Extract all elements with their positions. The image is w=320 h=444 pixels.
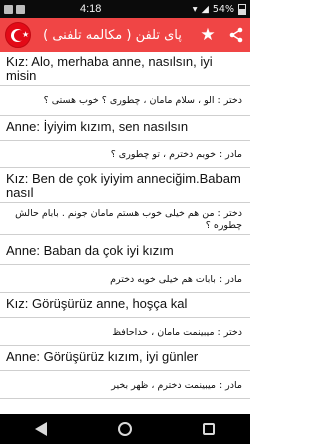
battery-icon [238, 3, 246, 15]
dialogue-line-fa: دختر : من هم خیلی خوب هستم مامان جونم . … [15, 208, 242, 231]
status-bar: 4:18 ▾ ◢ 54% [0, 0, 250, 18]
dialogue-line-tr: Anne: Baban da çok iyi kızım [6, 243, 174, 258]
dialogue-list[interactable]: Kız: Alo, merhaba anne, nasılsın, iyi mi… [0, 52, 250, 414]
notification-icons [4, 4, 74, 14]
recent-apps-icon[interactable] [202, 423, 215, 435]
dialogue-line-tr: Anne: Görüşürüz kızım, iyi günler [6, 349, 199, 364]
dialogue-line-fa: مادر : بابات هم خیلی خوبه دخترم [110, 274, 242, 285]
page-title: پای تلفن ( مکالمه تلفنی ) [43, 27, 182, 43]
dialogue-line-tr: Kız: Alo, merhaba anne, nasılsın, iyi mi… [6, 54, 213, 83]
app-bar: ★ پای تلفن ( مکالمه تلفنی ) ★ [0, 18, 250, 52]
status-time: 4:18 [80, 3, 102, 15]
dialogue-line-tr: Anne: İyiyim kızım, sen nasılsın [6, 119, 189, 134]
turkish-flag-icon: ★ [5, 22, 31, 48]
home-icon[interactable] [117, 422, 132, 436]
favorite-star-icon[interactable]: ★ [194, 18, 222, 52]
notification-icon [4, 4, 13, 14]
dialogue-line-fa: مادر : خوبم دخترم ، تو چطوری ؟ [110, 149, 242, 160]
battery-percent: 54% [212, 3, 234, 15]
wifi-icon: ▾ [192, 3, 198, 15]
share-icon[interactable] [222, 18, 250, 52]
navigation-bar [0, 414, 250, 444]
dialogue-line-fa: دختر : میبینمت مامان ، خداحافظ [112, 327, 242, 338]
notification-icon [16, 4, 25, 14]
back-icon[interactable] [35, 422, 48, 436]
dialogue-line-tr: Kız: Ben de çok iyiyim anneciğim.Babam n… [6, 171, 241, 200]
signal-icon: ◢ [201, 3, 209, 15]
dialogue-line-fa: دختر : الو ، سلام مامان ، چطوری ؟ خوب هس… [43, 95, 242, 106]
dialogue-line-fa: مادر : میبینمت دخترم ، ظهر بخیر [111, 380, 242, 391]
dialogue-line-tr: Kız: Görüşürüz anne, hoşça kal [6, 296, 188, 311]
